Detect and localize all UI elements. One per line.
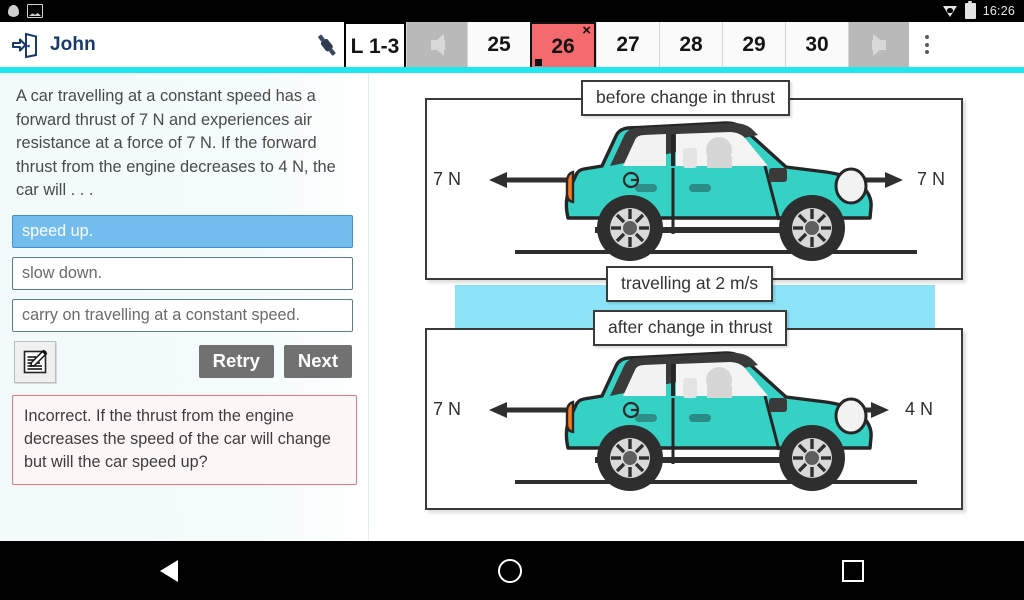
- question-panel: A car travelling at a constant speed has…: [0, 73, 369, 541]
- diagram-box-before: 7 N 7 N: [425, 98, 963, 280]
- diagram-title-before: before change in thrust: [581, 80, 791, 116]
- status-right-icons: 16:26: [942, 0, 1024, 19]
- force-label-right-after: 4 N: [905, 399, 934, 419]
- droplet-icon: [8, 5, 19, 17]
- incorrect-x-icon: ×: [582, 22, 591, 39]
- retry-button[interactable]: Retry: [198, 344, 274, 379]
- diagram-speed-label: travelling at 2 m/s: [606, 266, 774, 302]
- force-label-left-after: 7 N: [433, 399, 462, 419]
- page-button-28[interactable]: 28: [659, 22, 722, 67]
- battery-icon: [964, 0, 976, 19]
- diagram-title-after: after change in thrust: [593, 310, 788, 346]
- notepad-pencil-icon[interactable]: [14, 340, 56, 383]
- username-label: John: [50, 33, 96, 55]
- diagram-box-after: 7 N 4 N: [425, 328, 963, 510]
- square-recents-icon[interactable]: [842, 559, 864, 582]
- prev-page-button[interactable]: [406, 22, 467, 67]
- page-button-30[interactable]: 30: [785, 22, 848, 67]
- car-diagram-before: [489, 121, 917, 261]
- status-clock: 16:26: [982, 4, 1015, 18]
- car-diagram-after: [489, 351, 917, 491]
- content-area: A car travelling at a constant speed has…: [0, 73, 1024, 541]
- answer-option-label: carry on travelling at a constant speed.: [22, 305, 301, 324]
- answer-option-constant-speed[interactable]: carry on travelling at a constant speed.: [12, 298, 353, 332]
- arrow-left-icon: [430, 33, 445, 56]
- action-row: Retry Next: [14, 340, 356, 383]
- android-nav-bar: [0, 541, 1024, 600]
- lesson-indicator[interactable]: L 1-3: [344, 22, 406, 71]
- answer-option-speed-up[interactable]: speed up.: [12, 214, 353, 248]
- kebab-dot: [925, 35, 929, 39]
- button-group: Retry Next: [198, 344, 356, 379]
- page-button-27[interactable]: 27: [596, 22, 659, 67]
- exit-door-icon[interactable]: [10, 30, 40, 60]
- page-marker-dot: [535, 59, 542, 66]
- page-number-label: 26: [551, 34, 575, 58]
- page-button-25[interactable]: 25: [467, 22, 530, 67]
- app-root: 16:26 John L 1-3 25 26 × 27 28 29 30 A c…: [0, 0, 1024, 600]
- wifi-icon: [942, 5, 958, 18]
- android-status-bar: 16:26: [0, 0, 1024, 22]
- answer-option-slow-down[interactable]: slow down.: [12, 256, 353, 290]
- screenshot-icon: [27, 4, 43, 18]
- triangle-back-icon[interactable]: [160, 559, 178, 582]
- page-pager: L 1-3 25 26 × 27 28 29 30: [344, 22, 909, 71]
- kebab-dot: [925, 42, 929, 47]
- next-page-button[interactable]: [848, 22, 909, 67]
- answer-option-label: slow down.: [22, 263, 103, 282]
- circle-home-icon[interactable]: [498, 558, 522, 583]
- feedback-message: Incorrect. If the thrust from the engine…: [12, 394, 357, 485]
- kebab-dot: [925, 50, 929, 54]
- overflow-menu-button[interactable]: [913, 22, 941, 67]
- page-button-29[interactable]: 29: [722, 22, 785, 67]
- force-label-right-before: 7 N: [917, 169, 946, 189]
- status-left-icons: [0, 4, 43, 18]
- user-area: John: [0, 22, 310, 67]
- stylus-pen-icon[interactable]: [310, 22, 344, 67]
- arrow-right-icon: [871, 33, 886, 56]
- question-text: A car travelling at a constant speed has…: [16, 87, 336, 199]
- force-label-left-before: 7 N: [433, 169, 462, 189]
- next-button[interactable]: Next: [283, 344, 352, 379]
- answer-option-label: speed up.: [22, 221, 94, 240]
- diagram-panel: 7 N 7 N 7 N 4 N before change in thrust …: [370, 73, 1024, 541]
- app-toolbar: John L 1-3 25 26 × 27 28 29 30: [0, 22, 1024, 71]
- page-button-26-current[interactable]: 26 ×: [530, 22, 596, 71]
